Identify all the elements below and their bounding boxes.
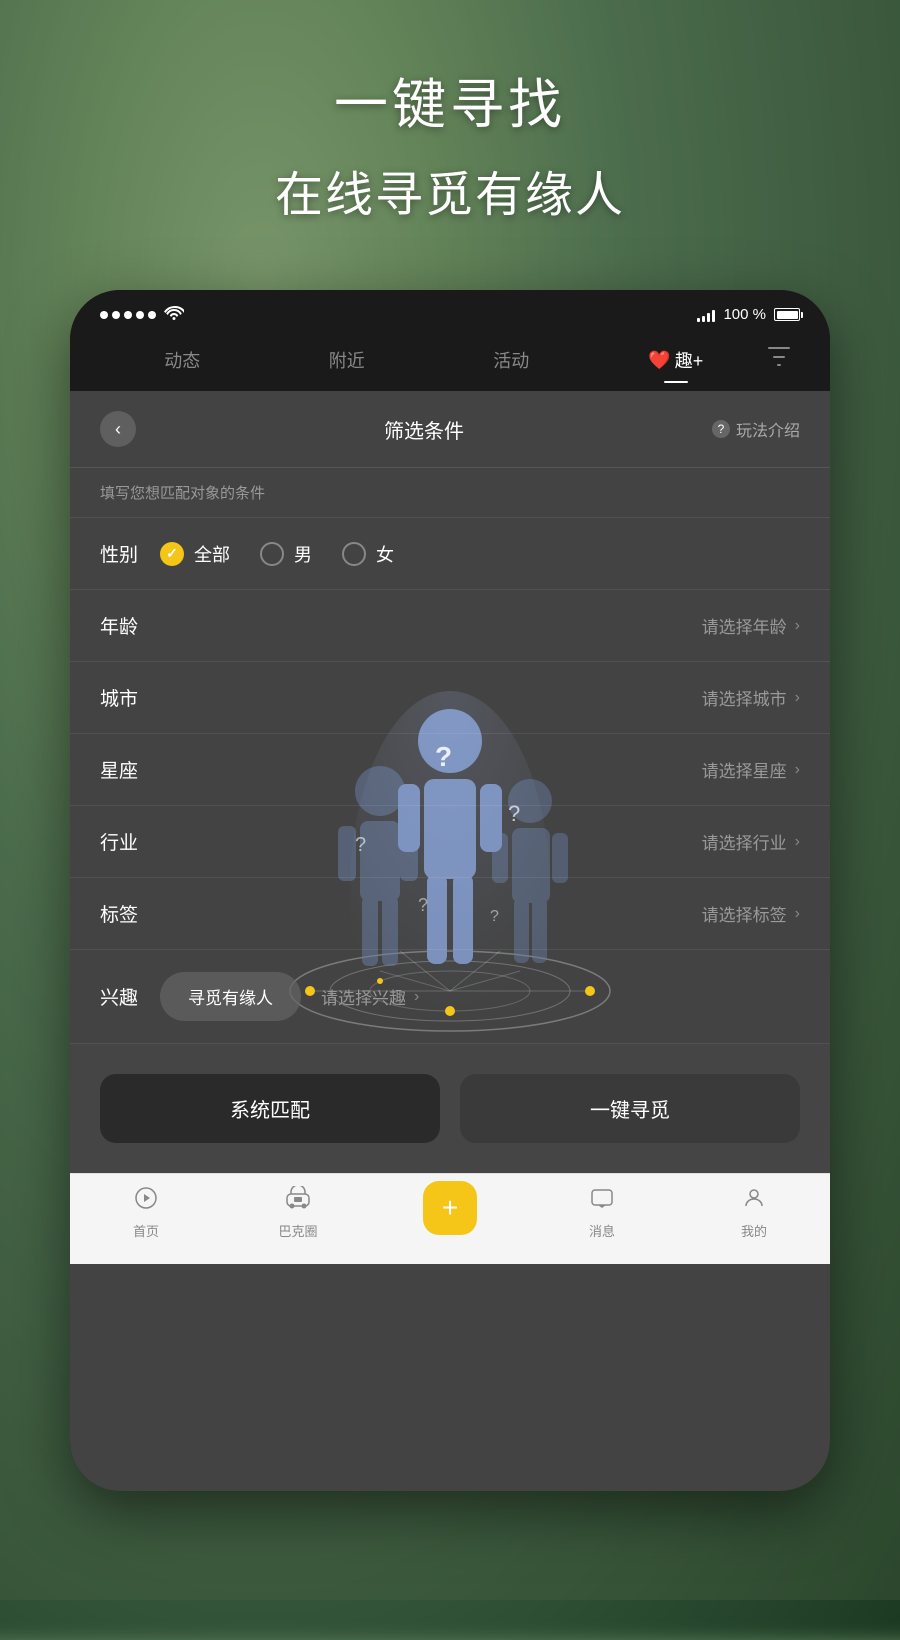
plus-button[interactable]: + xyxy=(423,1181,477,1235)
search-button[interactable]: 一键寻觅 xyxy=(460,1074,800,1143)
status-right: 100 % xyxy=(697,306,800,323)
radio-female xyxy=(342,542,366,566)
nav-profile-label: 我的 xyxy=(741,1221,767,1240)
battery-icon xyxy=(774,308,800,321)
help-icon: ? xyxy=(712,420,730,438)
filter-row-age[interactable]: 年龄 请选择年龄 › xyxy=(70,590,830,662)
nav-tabs: 动态 附近 活动 ❤️ 趣+ xyxy=(70,333,830,391)
status-bar: 100 % xyxy=(70,290,830,333)
tab-dongtai[interactable]: 动态 xyxy=(100,341,265,379)
filter-row-city[interactable]: 城市 请选择城市 › xyxy=(70,662,830,734)
wifi-icon xyxy=(164,304,184,325)
industry-label: 行业 xyxy=(100,828,160,855)
age-value[interactable]: 请选择年龄 › xyxy=(160,613,800,638)
main-panel: ‹ 筛选条件 ? 玩法介绍 填写您想匹配对象的条件 xyxy=(70,391,830,1491)
tab-huodong[interactable]: 活动 xyxy=(429,341,594,379)
bar4 xyxy=(712,310,715,322)
gender-female[interactable]: 女 xyxy=(342,541,394,567)
city-value[interactable]: 请选择城市 › xyxy=(160,685,800,710)
filter-row-industry[interactable]: 行业 请选择行业 › xyxy=(70,806,830,878)
age-label: 年龄 xyxy=(100,612,160,639)
gender-label: 性别 xyxy=(100,540,160,567)
bottom-nav: 首页 巴克圈 + xyxy=(70,1173,830,1264)
bar1 xyxy=(697,318,700,322)
interest-value[interactable]: 请选择兴趣 › xyxy=(321,984,419,1009)
filter-icon[interactable] xyxy=(758,341,800,379)
dot4 xyxy=(136,311,144,319)
nav-message[interactable]: 消息 xyxy=(526,1186,678,1240)
nav-bake-label: 巴克圈 xyxy=(278,1221,317,1240)
dot2 xyxy=(112,311,120,319)
home-icon xyxy=(134,1186,158,1217)
header-line1: 一键寻找 xyxy=(0,60,900,139)
message-icon xyxy=(590,1186,614,1217)
tab-quplus[interactable]: ❤️ 趣+ xyxy=(594,341,759,379)
signal-bars xyxy=(697,308,715,322)
filter-row-interest[interactable]: 兴趣 寻觅有缘人 请选择兴趣 › xyxy=(70,950,830,1044)
match-button[interactable]: 系统匹配 xyxy=(100,1074,440,1143)
header-section: 一键寻找 在线寻觅有缘人 xyxy=(0,60,900,225)
dot1 xyxy=(100,311,108,319)
zodiac-chevron: › xyxy=(795,761,800,779)
filter-row-zodiac[interactable]: 星座 请选择星座 › xyxy=(70,734,830,806)
city-chevron: › xyxy=(795,689,800,707)
battery-fill xyxy=(777,311,798,319)
status-left xyxy=(100,304,184,325)
radio-all: ✓ xyxy=(160,542,184,566)
bottom-buttons: 系统匹配 一键寻觅 xyxy=(70,1044,830,1173)
tab-fujin[interactable]: 附近 xyxy=(265,341,430,379)
interest-chevron: › xyxy=(414,988,419,1006)
bake-icon xyxy=(285,1186,311,1217)
panel-title: 筛选条件 xyxy=(384,415,464,444)
panel-header: ‹ 筛选条件 ? 玩法介绍 xyxy=(70,391,830,468)
back-button[interactable]: ‹ xyxy=(100,411,136,447)
age-chevron: › xyxy=(795,617,800,635)
dot3 xyxy=(124,311,132,319)
phone-mockup: 100 % 动态 附近 活动 ❤️ 趣+ xyxy=(70,290,830,1491)
filter-row-tags[interactable]: 标签 请选择标签 › xyxy=(70,878,830,950)
gender-options: ✓ 全部 男 女 xyxy=(160,541,800,567)
battery-percent: 100 % xyxy=(723,306,766,323)
dot5 xyxy=(148,311,156,319)
filter-row-gender: 性别 ✓ 全部 男 女 xyxy=(70,518,830,590)
bar3 xyxy=(707,313,710,322)
zodiac-label: 星座 xyxy=(100,756,160,783)
nav-center: + xyxy=(374,1191,526,1235)
tags-chevron: › xyxy=(795,905,800,923)
industry-chevron: › xyxy=(795,833,800,851)
nav-message-label: 消息 xyxy=(589,1221,615,1240)
interest-label: 兴趣 xyxy=(100,983,160,1010)
gender-male[interactable]: 男 xyxy=(260,541,312,567)
heart-icon: ❤️ xyxy=(648,350,670,371)
nav-home[interactable]: 首页 xyxy=(70,1186,222,1240)
industry-value[interactable]: 请选择行业 › xyxy=(160,829,800,854)
nav-profile[interactable]: 我的 xyxy=(678,1186,830,1240)
nav-bake[interactable]: 巴克圈 xyxy=(222,1186,374,1240)
tags-value[interactable]: 请选择标签 › xyxy=(160,901,800,926)
tab-quplus-content: ❤️ 趣+ xyxy=(594,347,759,373)
interest-button[interactable]: 寻觅有缘人 xyxy=(160,972,301,1021)
city-label: 城市 xyxy=(100,684,160,711)
gender-all[interactable]: ✓ 全部 xyxy=(160,541,230,567)
tags-label: 标签 xyxy=(100,900,160,927)
nav-home-label: 首页 xyxy=(133,1221,159,1240)
bar2 xyxy=(702,316,705,322)
zodiac-value[interactable]: 请选择星座 › xyxy=(160,757,800,782)
profile-icon xyxy=(742,1186,766,1217)
header-line2: 在线寻觅有缘人 xyxy=(0,155,900,225)
help-link[interactable]: ? 玩法介绍 xyxy=(712,417,800,441)
radio-male xyxy=(260,542,284,566)
signal-dots xyxy=(100,311,156,319)
panel-subtitle: 填写您想匹配对象的条件 xyxy=(70,468,830,518)
